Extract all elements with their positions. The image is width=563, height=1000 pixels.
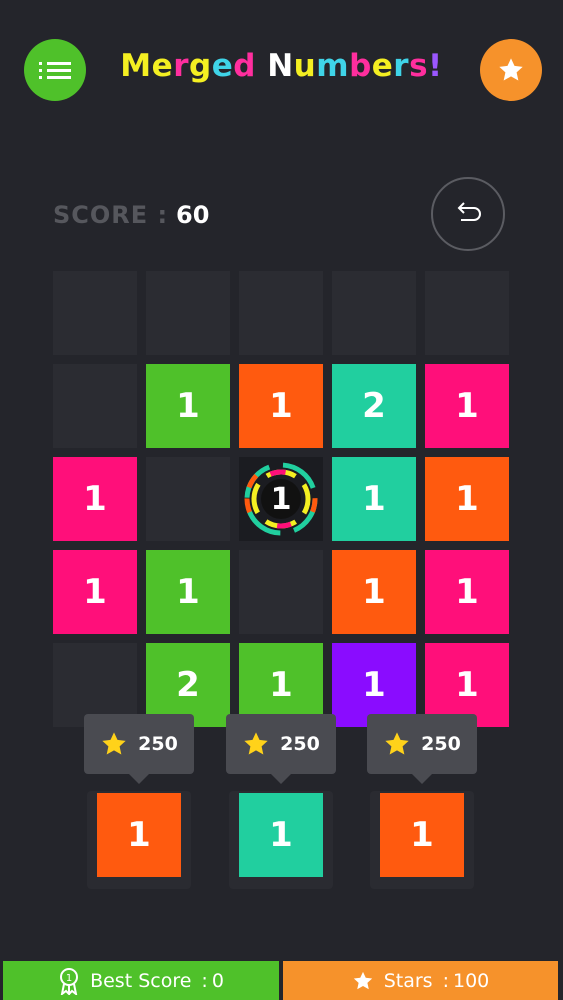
title-letter: r: [173, 48, 189, 84]
stars-value: 100: [453, 969, 490, 992]
tile-value: 1: [455, 479, 479, 519]
tray-piece[interactable]: 1: [239, 793, 323, 877]
score-label: SCORE :: [53, 201, 169, 229]
tile-value: 1: [362, 572, 386, 612]
title-letter: M: [120, 48, 152, 84]
tray-piece[interactable]: 1: [97, 793, 181, 877]
tile-value: 2: [176, 665, 200, 705]
title-letter: N: [267, 48, 294, 84]
tray-piece-value: 1: [269, 815, 293, 855]
empty-cell[interactable]: [239, 271, 323, 355]
tile-value: 1: [269, 386, 293, 426]
number-tile[interactable]: 1: [239, 364, 323, 448]
empty-cell[interactable]: [146, 271, 230, 355]
empty-cell[interactable]: [425, 271, 509, 355]
tile-value: 2: [362, 386, 386, 426]
title-letter: s: [409, 48, 429, 84]
swap-cost-value: 250: [421, 733, 461, 755]
number-tile[interactable]: 1: [53, 457, 137, 541]
swap-cost-tooltip[interactable]: 250: [84, 714, 194, 784]
title-letter: m: [316, 48, 350, 84]
undo-icon: [457, 202, 481, 221]
tile-value: 1: [83, 479, 107, 519]
tile-value: 1: [455, 386, 479, 426]
empty-cell[interactable]: [146, 457, 230, 541]
number-tile[interactable]: 1: [146, 364, 230, 448]
rate-star-button[interactable]: [480, 39, 542, 101]
stars-bar[interactable]: Stars : 100: [283, 961, 558, 1000]
star-icon: [499, 58, 523, 81]
number-tile[interactable]: 1: [425, 457, 509, 541]
tile-value: 1: [269, 665, 293, 705]
title-letter: e: [211, 48, 234, 84]
star-icon: [385, 732, 409, 755]
title-letter: d: [233, 48, 256, 84]
swap-cost-value: 250: [138, 733, 178, 755]
title-letter: b: [349, 48, 372, 84]
best-score-value: 0: [211, 969, 224, 992]
tile-value: 1: [176, 386, 200, 426]
empty-cell[interactable]: [53, 271, 137, 355]
number-tile[interactable]: 1: [53, 550, 137, 634]
title-letter: [256, 48, 267, 84]
tray-piece-value: 1: [410, 815, 434, 855]
empty-cell[interactable]: [53, 364, 137, 448]
title-letter: r: [393, 48, 410, 84]
score-value: 60: [176, 201, 210, 229]
svg-text:1: 1: [66, 973, 72, 984]
title-letter: e: [371, 48, 394, 84]
tray-piece[interactable]: 1: [380, 793, 464, 877]
best-score-bar: 1 Best Score : 0: [3, 961, 279, 1000]
tile-value: 1: [455, 665, 479, 705]
tile-value: 1: [362, 479, 386, 519]
best-score-label: Best Score: [90, 969, 192, 992]
stars-label: Stars: [383, 969, 433, 992]
number-tile[interactable]: 1: [425, 364, 509, 448]
swap-cost-value: 250: [280, 733, 320, 755]
tile-value: 1: [455, 572, 479, 612]
title-letter: u: [293, 48, 317, 84]
tile-value: 1: [270, 481, 292, 517]
undo-button[interactable]: [431, 177, 505, 251]
number-tile[interactable]: 1: [425, 550, 509, 634]
number-tile[interactable]: 1: [146, 550, 230, 634]
title-letter: g: [188, 48, 212, 84]
best-score-separator: :: [201, 969, 208, 992]
empty-cell[interactable]: [239, 550, 323, 634]
ribbon-icon: 1: [60, 967, 79, 995]
star-icon: [102, 732, 126, 755]
swap-cost-tooltip[interactable]: 250: [226, 714, 336, 784]
star-icon: [353, 971, 372, 989]
empty-cell[interactable]: [332, 271, 416, 355]
title-letter: e: [151, 48, 174, 84]
number-tile[interactable]: 1: [332, 550, 416, 634]
tile-value: 1: [176, 572, 200, 612]
tile-value: 1: [362, 665, 386, 705]
game-title: Merged Numbers!: [0, 48, 563, 84]
number-tile[interactable]: 1: [332, 457, 416, 541]
swap-cost-tooltip[interactable]: 250: [367, 714, 477, 784]
number-tile[interactable]: 2: [332, 364, 416, 448]
bomb-tile[interactable]: 1: [239, 457, 323, 541]
stars-separator: :: [442, 969, 449, 992]
star-icon: [244, 732, 268, 755]
tray-piece-value: 1: [127, 815, 151, 855]
tile-value: 1: [83, 572, 107, 612]
title-letter: !: [428, 48, 443, 84]
